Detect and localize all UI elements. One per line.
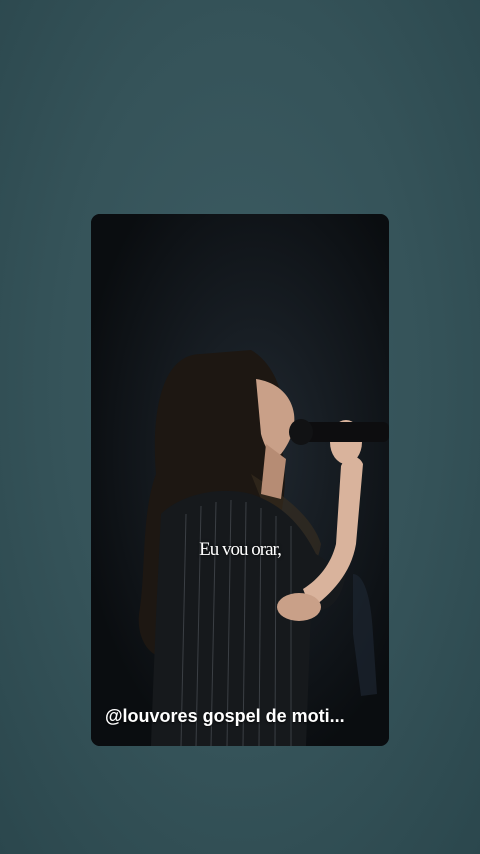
channel-watermark: @louvores gospel de moti... (105, 706, 345, 726)
video-card[interactable]: Eu vou orar, @louvores gospel de moti... (91, 214, 389, 746)
singer-video-frame (91, 214, 389, 746)
screen-background: Eu vou orar, @louvores gospel de moti... (0, 0, 480, 854)
lyric-caption: Eu vou orar, (199, 539, 282, 560)
